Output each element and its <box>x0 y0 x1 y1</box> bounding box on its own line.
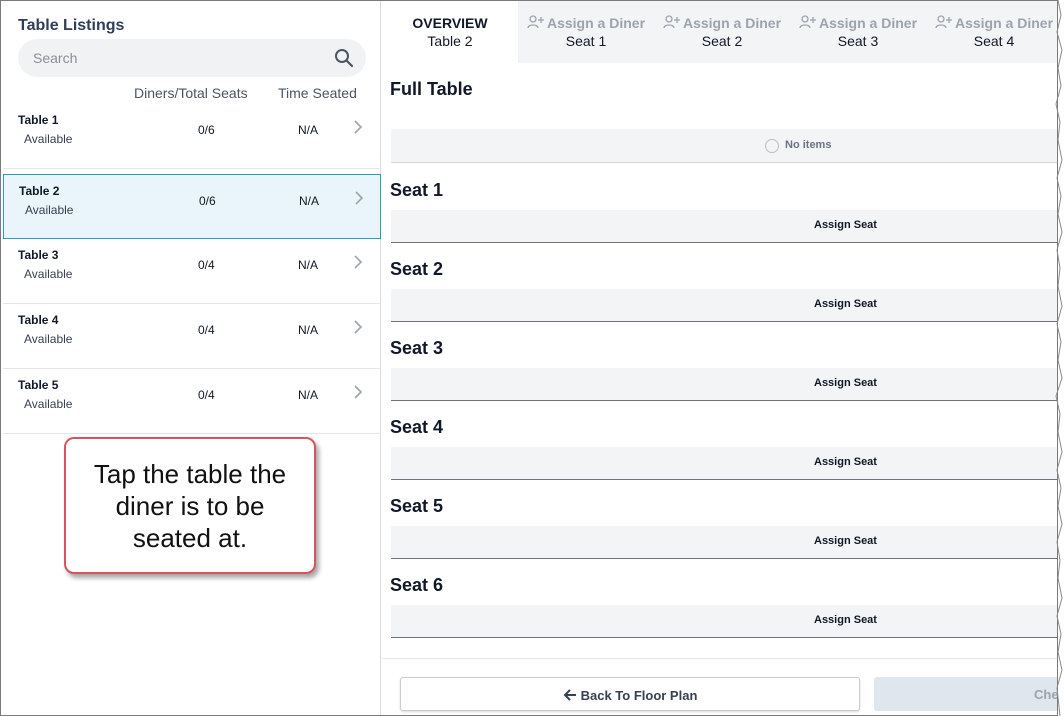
table-name: Table 4 <box>18 313 59 327</box>
table-time-seated: N/A <box>298 258 319 272</box>
assign-seat-label: Assign Seat <box>814 614 877 626</box>
tab-assign-seat-1[interactable]: Assign a Diner Seat 1 <box>518 1 654 63</box>
seat-title: Seat 4 <box>390 417 444 437</box>
seat-title: Seat 5 <box>390 496 444 516</box>
seat-title: Seat 3 <box>390 338 444 358</box>
full-table-items: No items <box>391 129 1057 163</box>
empty-circle-icon <box>765 139 779 153</box>
table-seats: 0/6 <box>199 194 216 208</box>
add-user-icon <box>663 15 680 29</box>
chevron-right-icon <box>355 191 364 205</box>
tab-assign-seat-2[interactable]: Assign a Diner Seat 2 <box>654 1 790 63</box>
tab-bar: OVERVIEW Table 2 Assign a Diner Seat 1 Assig… <box>382 1 1057 63</box>
seat-title: Seat 2 <box>390 259 444 279</box>
chevron-right-icon <box>354 255 363 269</box>
chevron-right-icon <box>354 120 363 134</box>
table-time-seated: N/A <box>298 388 319 402</box>
chevron-right-icon <box>354 385 363 399</box>
assign-seat-button[interactable]: Assign Seat <box>391 526 1057 559</box>
table-seats: 0/4 <box>198 388 215 402</box>
add-user-icon <box>799 15 816 29</box>
app-window: Table Listings Search Diners/Total Seats… <box>0 0 1058 716</box>
table-time-seated: N/A <box>298 123 319 137</box>
add-user-icon <box>527 15 544 29</box>
table-name: Table 5 <box>18 378 59 392</box>
footer-bar: Back To Floor Plan Che <box>382 658 1057 715</box>
table-row[interactable]: Table 3 Available 0/4 N/A <box>3 239 381 304</box>
tab-sublabel: Seat 2 <box>701 33 743 49</box>
assign-seat-button[interactable]: Assign Seat <box>391 210 1057 243</box>
torn-edge-decoration <box>1055 0 1063 716</box>
tab-sublabel: Seat 1 <box>565 33 607 49</box>
arrow-left-icon <box>563 689 576 701</box>
assign-seat-button[interactable]: Assign Seat <box>391 605 1057 638</box>
add-user-icon <box>935 15 952 29</box>
search-placeholder: Search <box>33 50 78 66</box>
assign-seat-button[interactable]: Assign Seat <box>391 368 1057 401</box>
check-in-button[interactable]: Che <box>874 677 1057 711</box>
empty-text: No items <box>785 139 832 151</box>
panel-title: Table Listings <box>18 17 125 34</box>
chevron-right-icon <box>354 320 363 334</box>
table-seats: 0/4 <box>198 323 215 337</box>
tab-label: Assign a Diner <box>954 15 1054 31</box>
tab-sublabel: Seat 3 <box>837 33 879 49</box>
assign-seat-label: Assign Seat <box>814 377 877 389</box>
callout-text: Tap the table the diner is to be seated … <box>93 458 287 553</box>
table-seats: 0/4 <box>198 258 215 272</box>
tab-label: OVERVIEW <box>412 15 488 31</box>
assign-seat-label: Assign Seat <box>814 219 877 231</box>
table-listings-panel: Table Listings Search Diners/Total Seats… <box>1 1 381 715</box>
table-row[interactable]: Table 2 Available 0/6 N/A <box>3 174 381 239</box>
table-row[interactable]: Table 1 Available 0/6 N/A <box>3 104 381 169</box>
column-header-diners: Diners/Total Seats <box>134 85 248 101</box>
tab-label: Assign a Diner <box>818 15 918 31</box>
full-table-title: Full Table <box>390 79 473 99</box>
tab-label: Assign a Diner <box>546 15 646 31</box>
table-seats: 0/6 <box>198 123 215 137</box>
table-time-seated: N/A <box>298 323 319 337</box>
search-input[interactable]: Search <box>18 39 366 77</box>
table-row[interactable]: Table 4 Available 0/4 N/A <box>3 304 381 369</box>
assign-seat-button[interactable]: Assign Seat <box>391 289 1057 322</box>
search-icon[interactable] <box>334 48 354 68</box>
back-to-floor-plan-button[interactable]: Back To Floor Plan <box>400 677 860 711</box>
column-header-time-seated: Time Seated <box>278 85 357 101</box>
assign-seat-label: Assign Seat <box>814 298 877 310</box>
tab-overview[interactable]: OVERVIEW Table 2 <box>382 1 518 63</box>
table-status: Available <box>24 397 73 411</box>
table-time-seated: N/A <box>299 194 320 208</box>
table-status: Available <box>24 332 73 346</box>
tab-sublabel: Table 2 <box>427 33 473 49</box>
table-detail-panel: OVERVIEW Table 2 Assign a Diner Seat 1 Assig… <box>382 1 1057 715</box>
tab-assign-seat-4[interactable]: Assign a Diner Seat 4 <box>926 1 1057 63</box>
back-button-label: Back To Floor Plan <box>580 688 698 703</box>
table-row[interactable]: Table 5 Available 0/4 N/A <box>3 369 381 434</box>
seat-title: Seat 1 <box>390 180 444 200</box>
table-name: Table 3 <box>18 248 59 262</box>
assign-seat-button[interactable]: Assign Seat <box>391 447 1057 480</box>
assign-seat-label: Assign Seat <box>814 535 877 547</box>
table-status: Available <box>25 203 74 217</box>
seat-title: Seat 6 <box>390 575 444 595</box>
table-name: Table 2 <box>19 184 60 198</box>
table-name: Table 1 <box>18 113 59 127</box>
tab-label: Assign a Diner <box>682 15 782 31</box>
tab-assign-seat-3[interactable]: Assign a Diner Seat 3 <box>790 1 926 63</box>
table-status: Available <box>24 132 73 146</box>
tab-sublabel: Seat 4 <box>973 33 1015 49</box>
instruction-callout: Tap the table the diner is to be seated … <box>64 437 316 574</box>
assign-seat-label: Assign Seat <box>814 456 877 468</box>
table-status: Available <box>24 267 73 281</box>
